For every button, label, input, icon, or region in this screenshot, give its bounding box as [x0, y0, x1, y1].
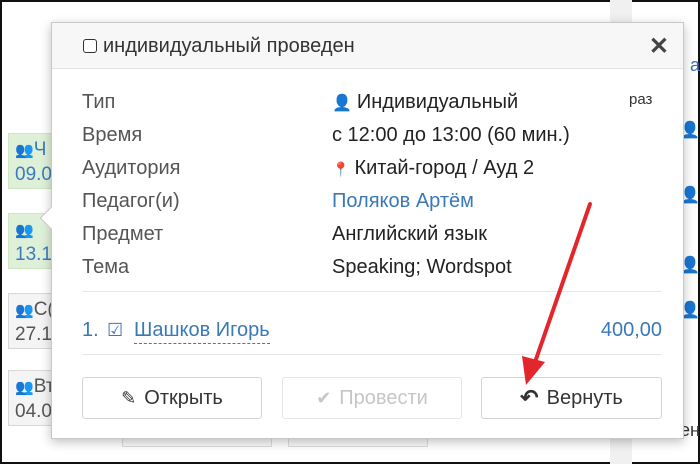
detail-value: Speaking; Wordspot: [332, 256, 512, 278]
detail-row-type: Тип 👤 Индивидуальный раз: [82, 91, 672, 124]
detail-label: Тема: [82, 256, 130, 278]
edit-icon: ✎: [121, 387, 137, 408]
detail-label: Время: [82, 124, 143, 146]
detail-value: Английский язык: [332, 223, 488, 245]
group-icon: 👥: [15, 222, 34, 239]
group-icon: 👥: [15, 379, 34, 396]
status-checkbox-icon: [83, 39, 97, 53]
student-amount: 400,00: [600, 319, 662, 341]
detail-value: с 12:00 до 13:00 (60 мин.): [332, 124, 570, 146]
detail-label: Педагог(и): [82, 190, 180, 212]
divider: [82, 354, 662, 355]
detail-row-subject: Предмет Английский язык: [82, 223, 672, 256]
undo-icon: ↶: [520, 385, 539, 410]
popup-header: индивидуальный проведен ✕: [52, 23, 683, 69]
student-number: 1.: [82, 319, 99, 341]
side-note: раз: [629, 91, 653, 108]
check-circle-icon: ☑: [107, 320, 124, 340]
group-icon: 👥: [15, 302, 34, 319]
detail-row-teacher: Педагог(и) Поляков Артём: [82, 190, 672, 223]
student-name-link[interactable]: Шашков Игорь: [134, 319, 270, 344]
detail-row-room: Аудитория 📍 Китай-город / Ауд 2: [82, 157, 672, 190]
lesson-details: Тип 👤 Индивидуальный раз Время с 12:00 до…: [82, 91, 672, 289]
map-marker-icon: 📍: [332, 161, 350, 177]
detail-row-topic: Тема Speaking; Wordspot: [82, 256, 672, 289]
detail-label: Предмет: [82, 223, 164, 245]
conduct-button[interactable]: ✔ Провести: [282, 377, 462, 419]
detail-value: 👤 Индивидуальный: [332, 91, 519, 113]
divider: [82, 291, 662, 292]
popup-title: индивидуальный проведен: [103, 35, 355, 57]
student-row: 1. ☑ Шашков Игорь 400,00: [82, 319, 662, 347]
detail-label: Тип: [82, 91, 116, 113]
detail-value: 📍 Китай-город / Ауд 2: [332, 157, 535, 179]
teacher-link[interactable]: Поляков Артём: [332, 190, 474, 213]
return-button[interactable]: ↶ Вернуть: [481, 377, 662, 419]
close-icon[interactable]: ✕: [649, 32, 669, 61]
person-icon: 👤: [332, 95, 352, 112]
check-icon: ✔: [316, 387, 332, 408]
open-button[interactable]: ✎ Открыть: [82, 377, 262, 419]
lesson-popup: индивидуальный проведен ✕ Тип 👤 Индивидуа…: [39, 22, 684, 439]
group-icon: 👥: [15, 142, 34, 159]
detail-label: Аудитория: [82, 157, 181, 179]
detail-row-time: Время с 12:00 до 13:00 (60 мин.): [82, 124, 672, 157]
